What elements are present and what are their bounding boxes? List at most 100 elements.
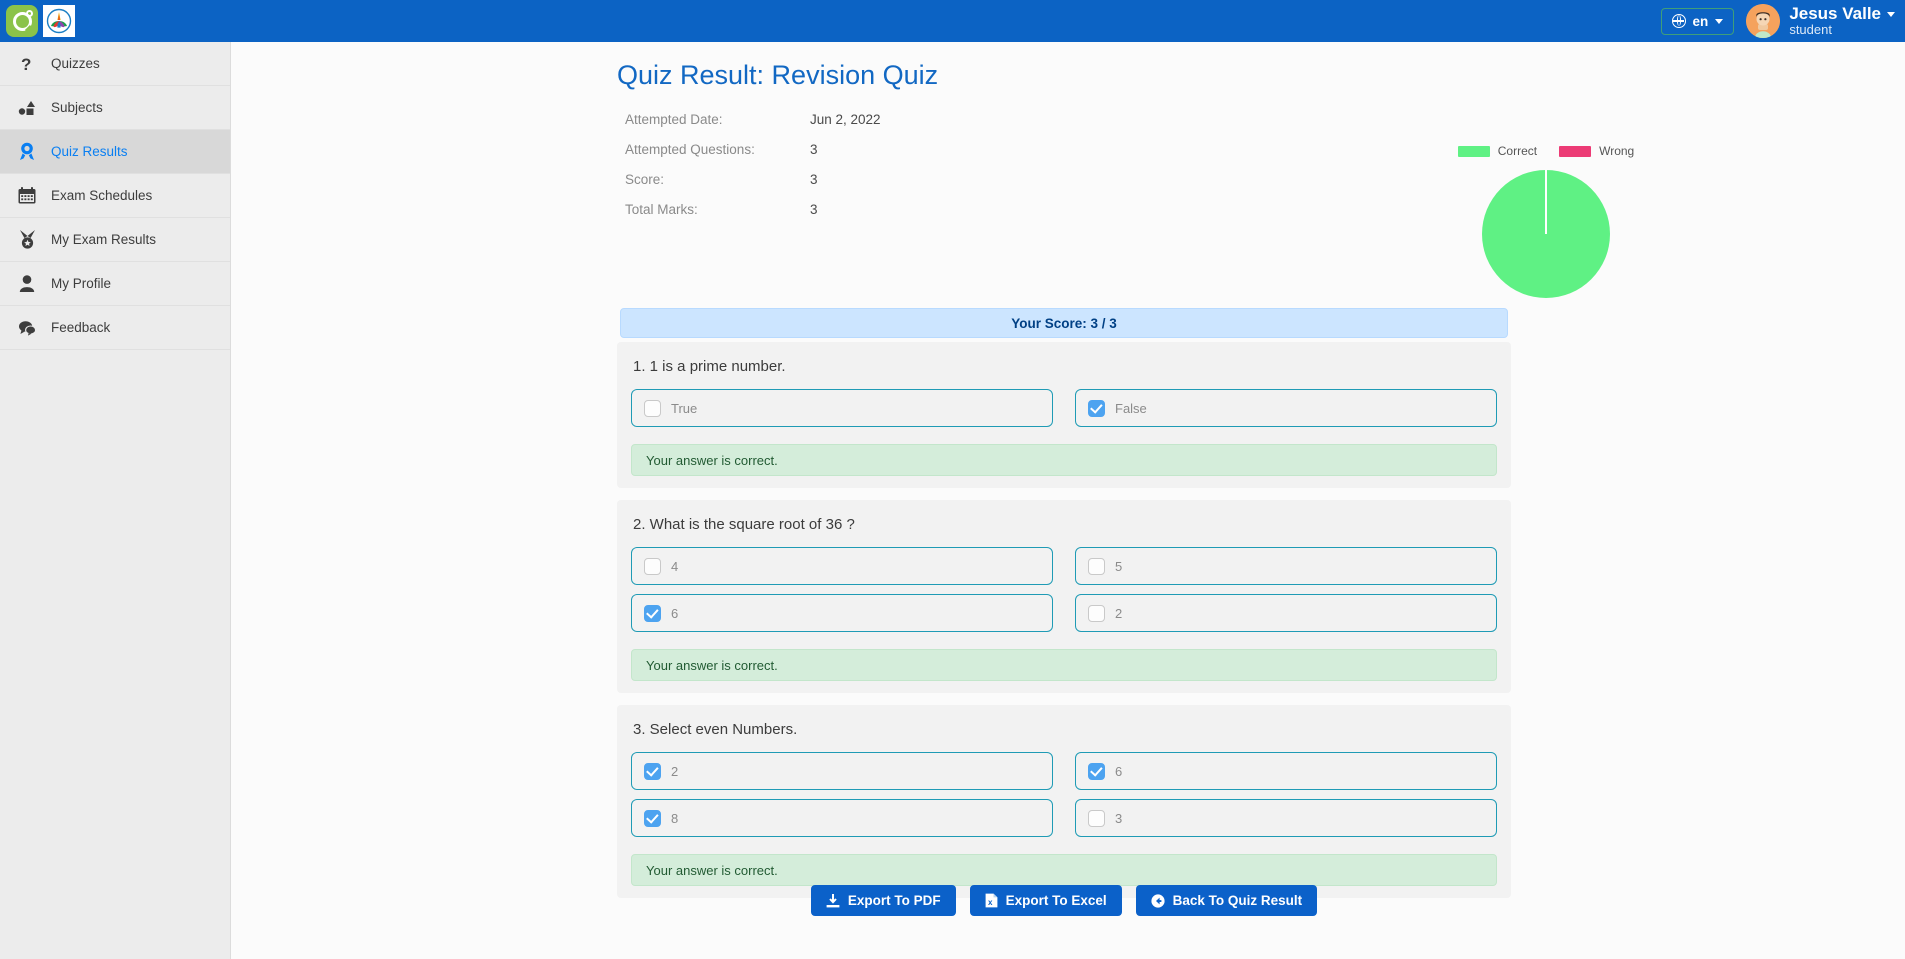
page-title: Quiz Result: Revision Quiz bbox=[617, 60, 938, 91]
score-banner: Your Score: 3 / 3 bbox=[620, 308, 1508, 338]
option-label: 6 bbox=[671, 606, 678, 621]
user-menu[interactable]: Jesus Valle student bbox=[1746, 4, 1895, 38]
svg-text:?: ? bbox=[21, 55, 31, 73]
option-row[interactable]: 4 bbox=[631, 547, 1053, 585]
sidebar-item-subjects[interactable]: Subjects bbox=[0, 86, 230, 130]
sidebar-item-exam-schedules[interactable]: Exam Schedules bbox=[0, 174, 230, 218]
brand-logos bbox=[0, 5, 75, 37]
language-label: en bbox=[1693, 14, 1709, 29]
checkbox-checked-icon[interactable] bbox=[644, 763, 661, 780]
comments-icon bbox=[17, 320, 37, 336]
question-title: 2. What is the square root of 36 ? bbox=[631, 516, 1497, 533]
chevron-down-icon bbox=[1887, 12, 1895, 17]
summary-value: 3 bbox=[810, 142, 818, 157]
summary-label: Attempted Questions: bbox=[625, 142, 810, 157]
user-name: Jesus Valle bbox=[1789, 5, 1881, 23]
export-to-pdf-button[interactable]: Export To PDF bbox=[811, 885, 956, 916]
option-row[interactable]: 2 bbox=[631, 752, 1053, 790]
answer-feedback: Your answer is correct. bbox=[631, 444, 1497, 476]
legend-swatch bbox=[1458, 146, 1490, 157]
option-label: False bbox=[1115, 401, 1147, 416]
question-card: 2. What is the square root of 36 ? 4 5 6 2 Yo… bbox=[617, 500, 1511, 693]
option-row[interactable]: 2 bbox=[1075, 594, 1497, 632]
avatar bbox=[1746, 4, 1780, 38]
sidebar-item-my-profile[interactable]: My Profile bbox=[0, 262, 230, 306]
chart-legend: Correct Wrong bbox=[1421, 144, 1671, 158]
summary-label: Score: bbox=[625, 172, 810, 187]
answer-feedback: Your answer is correct. bbox=[631, 649, 1497, 681]
answer-feedback: Your answer is correct. bbox=[631, 854, 1497, 886]
sidebar-item-feedback[interactable]: Feedback bbox=[0, 306, 230, 350]
button-label: Export To PDF bbox=[848, 893, 941, 908]
summary-row: Attempted Questions: 3 bbox=[625, 134, 881, 164]
question-mark-icon: ? bbox=[17, 55, 37, 73]
question-options: 4 5 6 2 bbox=[631, 547, 1497, 632]
checkbox-unchecked-icon[interactable] bbox=[644, 558, 661, 575]
checkbox-checked-icon[interactable] bbox=[644, 605, 661, 622]
main-content: Quiz Result: Revision Quiz Attempted Dat… bbox=[231, 42, 1905, 959]
chevron-down-icon bbox=[1715, 19, 1723, 24]
checkbox-checked-icon[interactable] bbox=[644, 810, 661, 827]
option-label: 2 bbox=[671, 764, 678, 779]
legend-label: Correct bbox=[1498, 144, 1537, 158]
option-label: 3 bbox=[1115, 811, 1122, 826]
option-label: 6 bbox=[1115, 764, 1122, 779]
result-pie-chart: Correct Wrong bbox=[1421, 144, 1671, 298]
excel-file-icon: x bbox=[985, 893, 998, 908]
option-row[interactable]: 5 bbox=[1075, 547, 1497, 585]
summary-label: Total Marks: bbox=[625, 202, 810, 217]
back-to-quiz-result-button[interactable]: Back To Quiz Result bbox=[1136, 885, 1318, 916]
option-row[interactable]: 6 bbox=[1075, 752, 1497, 790]
user-icon bbox=[17, 275, 37, 292]
svg-text:x: x bbox=[988, 898, 993, 907]
option-label: 8 bbox=[671, 811, 678, 826]
option-row[interactable]: 8 bbox=[631, 799, 1053, 837]
sidebar-item-label: Subjects bbox=[51, 100, 103, 115]
checkbox-unchecked-icon[interactable] bbox=[644, 400, 661, 417]
sidebar-item-label: My Exam Results bbox=[51, 232, 156, 247]
sidebar-item-quizzes[interactable]: ? Quizzes bbox=[0, 42, 230, 86]
legend-item-correct: Correct bbox=[1458, 144, 1537, 158]
topbar-right-controls: en Jesus Valle stude bbox=[1661, 4, 1905, 38]
checkbox-unchecked-icon[interactable] bbox=[1088, 558, 1105, 575]
pie-slice-divider bbox=[1545, 170, 1547, 234]
summary-value: 3 bbox=[810, 202, 818, 217]
globe-icon bbox=[1672, 14, 1686, 28]
footer-actions: Export To PDF x Export To Excel Back To bbox=[617, 885, 1511, 916]
legend-label: Wrong bbox=[1599, 144, 1634, 158]
option-label: 5 bbox=[1115, 559, 1122, 574]
quiz-app-logo-icon[interactable] bbox=[6, 5, 38, 37]
checkbox-unchecked-icon[interactable] bbox=[1088, 605, 1105, 622]
checkbox-checked-icon[interactable] bbox=[1088, 763, 1105, 780]
questions-list: 1. 1 is a prime number.TrueFalseYour ans… bbox=[617, 342, 1511, 910]
option-label: True bbox=[671, 401, 697, 416]
institution-logo-icon[interactable] bbox=[43, 5, 75, 37]
export-to-excel-button[interactable]: x Export To Excel bbox=[970, 885, 1122, 916]
language-selector[interactable]: en bbox=[1661, 8, 1735, 35]
sidebar-item-label: Quiz Results bbox=[51, 144, 128, 159]
checkbox-unchecked-icon[interactable] bbox=[1088, 810, 1105, 827]
legend-swatch bbox=[1559, 146, 1591, 157]
user-role: student bbox=[1789, 23, 1895, 37]
option-label: 2 bbox=[1115, 606, 1122, 621]
question-options: True False bbox=[631, 389, 1497, 427]
back-arrow-circle-icon bbox=[1151, 894, 1165, 908]
button-label: Export To Excel bbox=[1006, 893, 1107, 908]
sidebar-item-my-exam-results[interactable]: My Exam Results bbox=[0, 218, 230, 262]
shapes-icon bbox=[17, 100, 37, 116]
button-label: Back To Quiz Result bbox=[1173, 893, 1303, 908]
option-row[interactable]: 3 bbox=[1075, 799, 1497, 837]
quiz-summary: Attempted Date: Jun 2, 2022 Attempted Qu… bbox=[625, 104, 881, 224]
checkbox-checked-icon[interactable] bbox=[1088, 400, 1105, 417]
question-card: 3. Select even Numbers. 2 6 8 3 Your answer i… bbox=[617, 705, 1511, 898]
medal-icon bbox=[17, 230, 37, 249]
option-row[interactable]: 6 bbox=[631, 594, 1053, 632]
summary-row: Attempted Date: Jun 2, 2022 bbox=[625, 104, 881, 134]
option-row[interactable]: False bbox=[1075, 389, 1497, 427]
sidebar-item-quiz-results[interactable]: Quiz Results bbox=[0, 130, 230, 174]
legend-item-wrong: Wrong bbox=[1559, 144, 1634, 158]
question-title: 3. Select even Numbers. bbox=[631, 721, 1497, 738]
option-row[interactable]: True bbox=[631, 389, 1053, 427]
summary-row: Score: 3 bbox=[625, 164, 881, 194]
sidebar: ? Quizzes Subjects Quiz Results bbox=[0, 42, 231, 959]
